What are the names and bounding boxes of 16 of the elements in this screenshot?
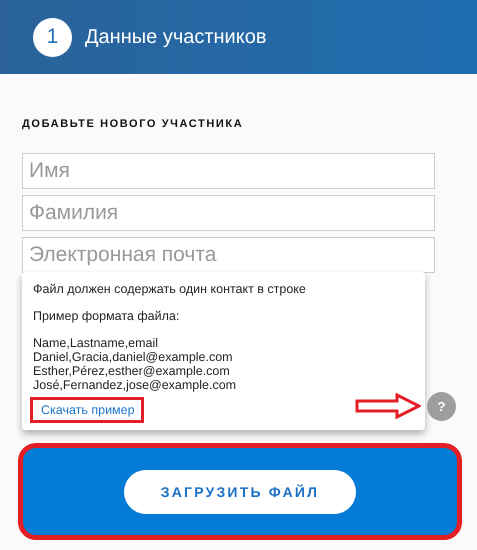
arrow-icon	[355, 393, 421, 419]
format-label: Пример формата файла:	[33, 309, 180, 323]
page-title: Данные участников	[85, 26, 266, 48]
tooltip-text: Файл должен содержать один контакт в строке	[33, 282, 307, 296]
example-line: Name,Lastname,email	[33, 336, 160, 350]
input-field[interactable]: Электронная почта	[22, 237, 435, 273]
step-number: 1	[33, 18, 72, 56]
upload-button[interactable]: ЗАГРУЗИТЬ ФАЙЛ	[124, 470, 356, 514]
example-line: José,Fernandez,jose@example.com	[33, 378, 238, 392]
help-button[interactable]: ?	[427, 392, 456, 421]
example-line: Daniel,Gracia,daniel@example.com	[33, 350, 234, 364]
input-field[interactable]: Фамилия	[22, 195, 435, 231]
input-field[interactable]: Имя	[22, 153, 435, 189]
example-line: Esther,Pérez,esther@example.com	[33, 364, 231, 378]
download-link[interactable]: Скачать пример	[30, 397, 144, 423]
section-title: ДОБАВЬТЕ НОВОГО УЧАСТНИКА	[22, 118, 244, 130]
